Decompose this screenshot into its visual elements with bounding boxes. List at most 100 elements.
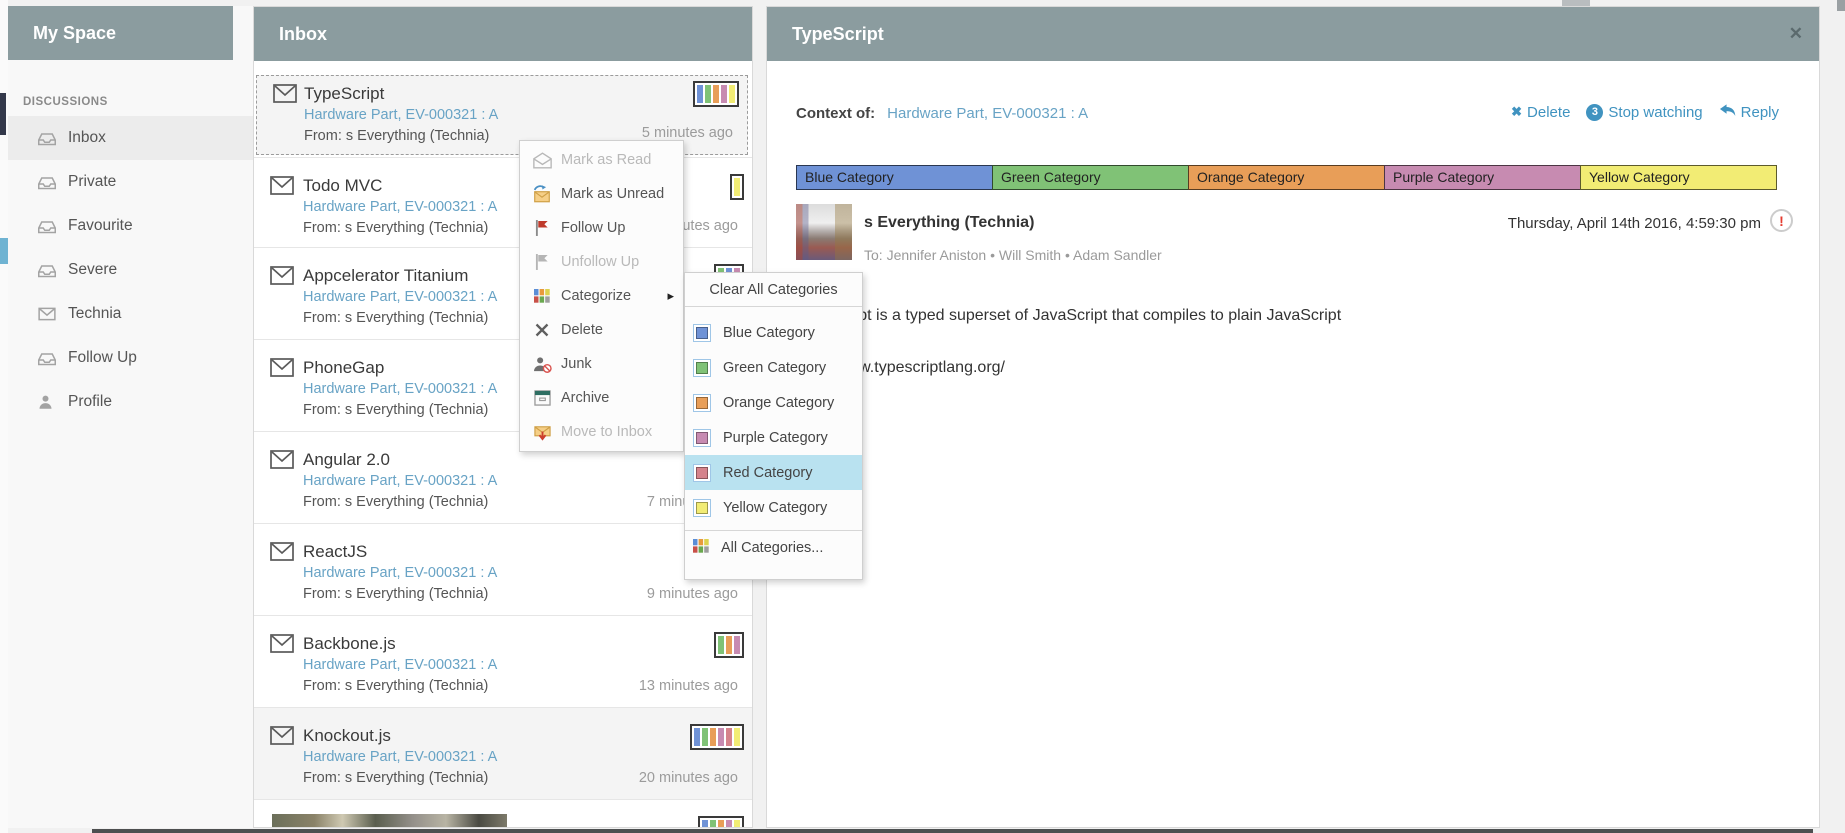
delete-action[interactable]: ✖ Delete [1511, 104, 1570, 121]
sidebar-item-private[interactable]: Private [8, 160, 253, 204]
message-timestamp: 20 minutes ago [639, 770, 738, 786]
detail-header: TypeScript [767, 7, 1819, 61]
message-body: TypeScript is a typed superset of JavaSc… [796, 307, 1341, 325]
junk-person-icon [532, 355, 552, 373]
category-bar-purple [726, 820, 732, 828]
submenu-item-yellow-category[interactable]: Yellow Category [685, 490, 862, 525]
purple-swatch-icon [693, 429, 711, 447]
category-chip [690, 724, 744, 750]
envelope-icon [38, 306, 58, 322]
orange-swatch-fill [696, 397, 708, 409]
discussions-section-label: DISCUSSIONS [23, 96, 253, 108]
archive-box-icon [532, 389, 552, 407]
menu-item-categorize[interactable]: Categorize ▸ [520, 279, 683, 313]
sender-name: s Everything (Technia) [864, 214, 1034, 232]
menu-item-delete[interactable]: Delete [520, 313, 683, 347]
menu-item-label: Categorize [561, 288, 631, 304]
tray-icon [38, 218, 58, 234]
message-context-link[interactable]: Hardware Part, EV-000321 : A [303, 747, 738, 768]
category-bar-blue [702, 820, 708, 828]
category-bar-blue [697, 85, 703, 103]
sidebar-item-label: Severe [68, 261, 117, 279]
sidebar-item-label: Favourite [68, 217, 133, 235]
background-page-edge [0, 0, 8, 833]
submenu-arrow-icon: ▸ [667, 288, 674, 304]
category-bar-purple [734, 636, 740, 654]
menu-item-unfollow-up[interactable]: Unfollow Up [520, 245, 683, 279]
context-link[interactable]: Hardware Part, EV-000321 : A [887, 105, 1088, 122]
orange-swatch-icon [693, 394, 711, 412]
sidebar-item-profile[interactable]: Profile [8, 380, 253, 424]
menu-item-mark-as-unread[interactable]: Mark as Unread [520, 177, 683, 211]
inbox-header: Inbox [254, 7, 752, 61]
sidebar-item-follow-up[interactable]: Follow Up [8, 336, 253, 380]
sidebar-item-label: Follow Up [68, 349, 137, 367]
message-context-link[interactable]: Hardware Part, EV-000321 : A [303, 471, 738, 492]
sidebar-item-inbox[interactable]: Inbox [8, 116, 253, 160]
menu-item-label: Delete [561, 322, 603, 338]
message-actions: ✖ Delete 3 Stop watching Reply [1501, 103, 1779, 121]
message-row[interactable]: Knockout.jsHardware Part, EV-000321 : AF… [254, 707, 752, 799]
list-envelope-icon [270, 450, 294, 469]
context-row: Context of: Hardware Part, EV-000321 : A [796, 105, 1088, 122]
menu-item-archive[interactable]: Archive [520, 381, 683, 415]
blue-swatch-icon [693, 324, 711, 342]
menu-item-follow-up[interactable]: Follow Up [520, 211, 683, 245]
menu-item-junk[interactable]: Junk [520, 347, 683, 381]
blue-swatch-fill [696, 327, 708, 339]
list-envelope-icon [270, 542, 294, 561]
yellow-swatch-icon [693, 499, 711, 517]
category-grid-icon [532, 287, 552, 305]
menu-item-label: Follow Up [561, 220, 625, 236]
priority-exclamation-icon: ! [1770, 209, 1793, 232]
reply-action[interactable]: Reply [1719, 103, 1779, 121]
clear-all-categories-item[interactable]: Clear All Categories [685, 273, 862, 307]
watch-count-badge: 3 [1586, 104, 1603, 121]
message-context-link[interactable]: Hardware Part, EV-000321 : A [304, 105, 735, 126]
green-swatch-fill [696, 362, 708, 374]
my-space-header: My Space [8, 6, 233, 60]
submenu-item-label: Blue Category [723, 325, 815, 341]
delete-label: Delete [1527, 104, 1570, 121]
category-chip [693, 81, 739, 107]
message-row[interactable]: Backbone.jsHardware Part, EV-000321 : AF… [254, 615, 752, 707]
sidebar-item-label: Profile [68, 393, 112, 411]
menu-item-label: Mark as Unread [561, 186, 664, 202]
message-title: Backbone.js [303, 633, 738, 655]
tray-icon [38, 262, 58, 278]
sidebar-item-technia[interactable]: Technia [8, 292, 253, 336]
sidebar-item-label: Private [68, 173, 116, 191]
message-row[interactable]: ReactJSHardware Part, EV-000321 : AFrom:… [254, 523, 752, 615]
submenu-item-green-category[interactable]: Green Category [685, 350, 862, 385]
submenu-item-purple-category[interactable]: Purple Category [685, 420, 862, 455]
all-categories-item[interactable]: All Categories... [685, 530, 862, 565]
sidebar-item-favourite[interactable]: Favourite [8, 204, 253, 248]
category-bar-purple [721, 85, 727, 103]
submenu-item-blue-category[interactable]: Blue Category [685, 315, 862, 350]
message-row[interactable] [254, 799, 752, 828]
submenu-item-red-category[interactable]: Red Category [685, 455, 862, 490]
background-fragment [0, 93, 6, 135]
category-chip [730, 174, 744, 200]
message-context-link[interactable]: Hardware Part, EV-000321 : A [303, 563, 738, 584]
tray-icon [38, 130, 58, 146]
category-bar-orange [726, 636, 732, 654]
background-fragment [1837, 0, 1845, 11]
delete-x-icon: ✖ [1511, 104, 1522, 120]
close-icon[interactable]: ✕ [1789, 25, 1803, 42]
category-bar-green [702, 728, 708, 746]
stop-watching-action[interactable]: 3 Stop watching [1586, 104, 1702, 121]
list-envelope-icon [270, 176, 294, 195]
read-envelope-icon [532, 151, 552, 169]
message-context-link[interactable]: Hardware Part, EV-000321 : A [303, 655, 738, 676]
menu-item-move-to-inbox[interactable]: Move to Inbox [520, 415, 683, 449]
my-space-title: My Space [33, 23, 116, 44]
sidebar-item-severe[interactable]: Severe [8, 248, 253, 292]
menu-item-mark-as-read[interactable]: Mark as Read [520, 143, 683, 177]
unread-envelope-icon [532, 185, 552, 203]
menu-item-label: Move to Inbox [561, 424, 652, 440]
context-menu: Mark as Read Mark as Unread Follow Up Unfol… [519, 140, 684, 452]
message-title: Angular 2.0 [303, 449, 738, 471]
submenu-item-orange-category[interactable]: Orange Category [685, 385, 862, 420]
stop-watching-label: Stop watching [1608, 104, 1702, 121]
